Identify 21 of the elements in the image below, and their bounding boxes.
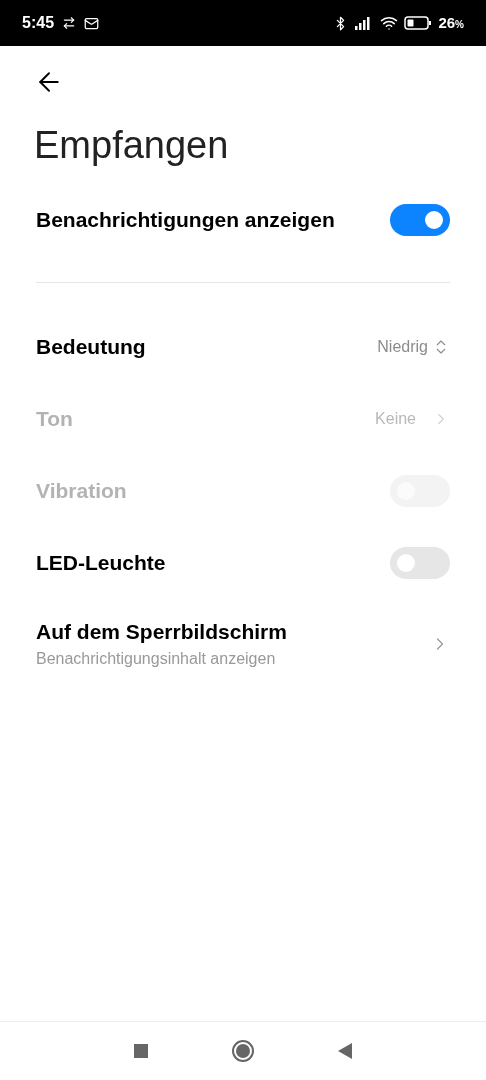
home-button[interactable]	[232, 1040, 254, 1062]
row-label: Bedeutung	[36, 333, 146, 360]
row-label: Ton	[36, 405, 73, 432]
battery-percent: 26	[438, 12, 456, 33]
page-title: Empfangen	[33, 123, 230, 168]
mail-icon	[84, 15, 100, 31]
row-label: Vibration	[36, 477, 127, 504]
toggle-switch[interactable]	[390, 203, 450, 236]
setting-label: Benachrichtigungen anzeigen	[36, 206, 335, 233]
back-nav-button[interactable]	[338, 1043, 352, 1059]
row-value: Niedrig	[377, 336, 428, 357]
battery-icon	[404, 16, 433, 30]
data-transfer-icon	[62, 16, 77, 30]
row-label: LED-Leuchte	[36, 549, 166, 576]
wifi-icon	[380, 14, 399, 32]
row-value: Keine	[375, 408, 416, 429]
row-label: Auf dem Sperrbildschirm	[36, 618, 287, 645]
status-time: 5:45	[22, 13, 55, 33]
row-subtitle: Benachrichtigungsinhalt anzeigen	[36, 649, 277, 670]
battery-unit: %	[455, 17, 464, 32]
toggle-switch[interactable]	[390, 546, 450, 579]
